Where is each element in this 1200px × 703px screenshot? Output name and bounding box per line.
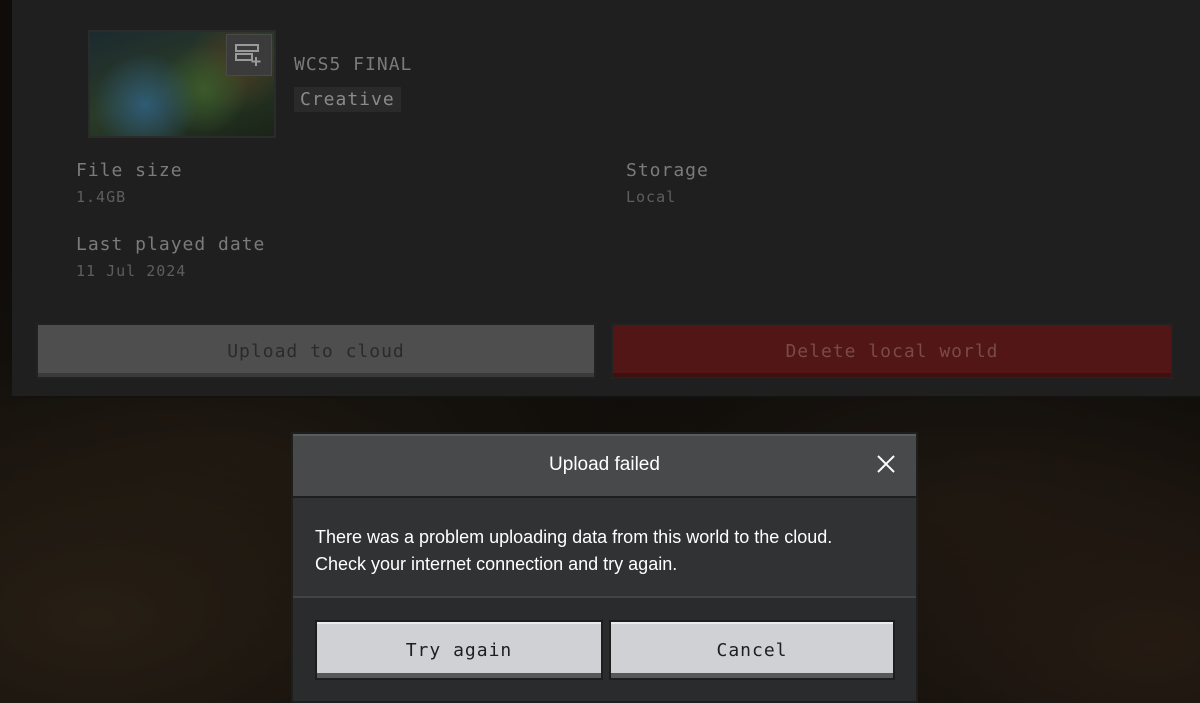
last-played-label: Last played date [76, 234, 266, 255]
cancel-button[interactable]: Cancel [609, 620, 895, 680]
delete-local-world-button[interactable]: Delete local world [611, 323, 1173, 379]
upload-to-cloud-button[interactable]: Upload to cloud [36, 323, 596, 379]
close-icon[interactable] [872, 450, 900, 478]
upload-failed-dialog: Upload failed There was a problem upload… [291, 432, 918, 703]
dialog-footer: Try again Cancel [293, 596, 916, 701]
last-played-value: 11 Jul 2024 [76, 262, 187, 280]
dialog-title: Upload failed [549, 454, 660, 475]
storage-value: Local [626, 188, 677, 206]
try-again-button[interactable]: Try again [315, 620, 603, 680]
storage-label: Storage [626, 160, 709, 181]
file-size-value: 1.4GB [76, 188, 127, 206]
server-add-icon [226, 34, 272, 76]
file-size-label: File size [76, 160, 183, 181]
dialog-message: There was a problem uploading data from … [315, 527, 833, 574]
dialog-header: Upload failed [293, 434, 916, 498]
world-thumbnail [88, 30, 276, 138]
world-name: WCS5 FINAL [294, 54, 413, 75]
game-mode-badge: Creative [294, 87, 401, 112]
